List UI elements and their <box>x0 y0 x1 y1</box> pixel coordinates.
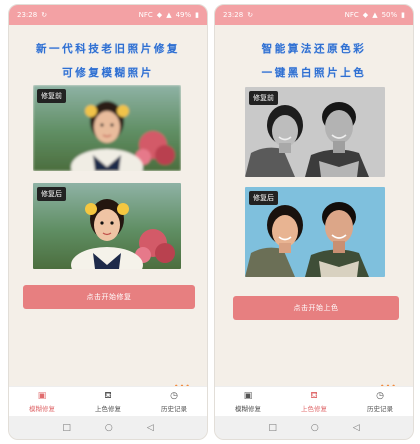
tab-history[interactable]: ◷ 历史记录 <box>141 387 207 418</box>
status-bar: 23:28 ↻ NFC ◆ ▲ 49% ▮ <box>9 5 207 25</box>
bottom-tab-bar: ▣ 模糊修复 ⛾ 上色修复 ◷ 历史记录 <box>9 386 207 418</box>
recents-icon[interactable]: □ <box>268 423 277 433</box>
clock-icon: ◷ <box>170 391 178 401</box>
clock-icon: ◷ <box>376 391 384 401</box>
wifi-icon: ◆ <box>362 11 369 19</box>
status-time: 23:28 <box>223 11 244 19</box>
image-icon: ▣ <box>243 391 253 401</box>
after-photo: 修复后 <box>245 187 385 277</box>
before-photo: 修复前 <box>33 85 181 171</box>
after-photo: 修复后 <box>33 183 181 269</box>
paint-bucket-icon: ⛾ <box>310 391 318 401</box>
headline-primary: 智能算法还原色彩 <box>261 43 367 55</box>
battery-icon: ▮ <box>401 11 405 19</box>
start-colorize-button[interactable]: 点击开始上色 <box>233 296 399 320</box>
signal-icon: ▲ <box>166 11 172 19</box>
battery-level: 50% <box>381 11 398 19</box>
status-bar: 23:28 ↻ NFC ◆ ▲ 50% ▮ <box>215 5 413 25</box>
recents-icon[interactable]: □ <box>62 423 71 433</box>
battery-icon: ▮ <box>195 11 199 19</box>
start-repair-button[interactable]: 点击开始修复 <box>23 285 195 309</box>
home-icon[interactable]: ○ <box>311 423 319 433</box>
headline-secondary: 可修复模糊照片 <box>62 67 154 79</box>
tab-colorize[interactable]: ⛾ 上色修复 <box>281 387 347 418</box>
sync-icon: ↻ <box>247 11 254 19</box>
home-icon[interactable]: ○ <box>105 423 113 433</box>
before-photo: 修复前 <box>245 87 385 177</box>
tab-label: 上色修复 <box>301 405 327 413</box>
tab-blur-repair[interactable]: ▣ 模糊修复 <box>215 387 281 418</box>
tab-label: 模糊修复 <box>29 405 55 413</box>
headline-secondary: 一键黑白照片上色 <box>261 67 367 79</box>
before-label: 修复前 <box>249 91 278 105</box>
after-label: 修复后 <box>37 187 66 201</box>
battery-level: 49% <box>175 11 192 19</box>
image-icon: ▣ <box>37 391 47 401</box>
tab-label: 模糊修复 <box>235 405 261 413</box>
nfc-indicator: NFC <box>344 11 359 19</box>
system-nav-bar: □ ○ ◁ <box>9 416 207 439</box>
system-nav-bar: □ ○ ◁ <box>215 416 413 439</box>
bottom-tab-bar: ▣ 模糊修复 ⛾ 上色修复 ◷ 历史记录 <box>215 386 413 418</box>
main-content: 智能算法还原色彩 一键黑白照片上色 修复前 修复后 点击开始上色 <box>215 25 413 391</box>
sync-icon: ↻ <box>41 11 48 19</box>
paint-bucket-icon: ⛾ <box>104 391 112 401</box>
before-label: 修复前 <box>37 89 66 103</box>
back-icon[interactable]: ◁ <box>147 423 154 433</box>
tab-label: 历史记录 <box>367 405 393 413</box>
tab-label: 上色修复 <box>95 405 121 413</box>
wifi-icon: ◆ <box>156 11 163 19</box>
phone-screen-colorize: 23:28 ↻ NFC ◆ ▲ 50% ▮ 智能算法还原色彩 一键黑白照片上色 <box>214 4 414 440</box>
status-time: 23:28 <box>17 11 38 19</box>
phone-screen-blur-repair: 23:28 ↻ NFC ◆ ▲ 49% ▮ 新一代科技老旧照片修复 可修复模糊照… <box>8 4 208 440</box>
tab-colorize[interactable]: ⛾ 上色修复 <box>75 387 141 418</box>
after-label: 修复后 <box>249 191 278 205</box>
headline-primary: 新一代科技老旧照片修复 <box>35 43 181 55</box>
tab-label: 历史记录 <box>161 405 187 413</box>
tab-blur-repair[interactable]: ▣ 模糊修复 <box>9 387 75 418</box>
back-icon[interactable]: ◁ <box>353 423 360 433</box>
main-content: 新一代科技老旧照片修复 可修复模糊照片 修复前 修复后 点击开始修复 <box>9 25 207 391</box>
nfc-indicator: NFC <box>138 11 153 19</box>
signal-icon: ▲ <box>372 11 378 19</box>
tab-history[interactable]: ◷ 历史记录 <box>347 387 413 418</box>
